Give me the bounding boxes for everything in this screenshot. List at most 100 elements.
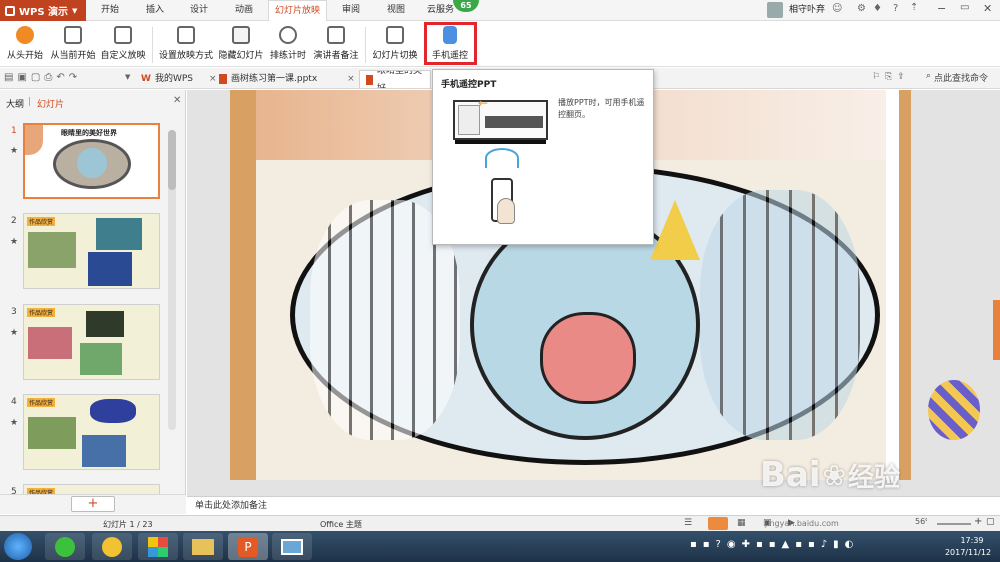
artwork-thumbnail (80, 343, 122, 375)
doc-tab-my-wps[interactable]: W 我的WPS × (135, 70, 223, 88)
artwork-thumbnail (90, 399, 136, 423)
play-from-start-button[interactable]: 从头开始 (4, 24, 46, 64)
command-search[interactable]: ⌕ 点此查找命令 (926, 71, 988, 84)
maximize-icon[interactable]: ▭ (960, 2, 969, 13)
slide-left-frame (230, 90, 256, 480)
artwork-thumbnail (86, 311, 124, 337)
slide-thumbnail-2[interactable]: 作品欣赏 (23, 213, 160, 289)
taskbar-app-photos[interactable] (272, 533, 312, 560)
slide-thumbnail-3[interactable]: 作品欣赏 (23, 304, 160, 380)
tab-design[interactable]: 设计 (184, 0, 214, 21)
user-name[interactable]: 相守卟弃 (789, 0, 825, 21)
timer-icon (279, 26, 297, 44)
artwork-thumbnail (28, 417, 76, 449)
show-settings-button[interactable]: 设置放映方式 (158, 24, 214, 64)
hide-slide-label: 隐藏幻灯片 (218, 51, 264, 61)
scrollbar-thumb[interactable] (168, 130, 176, 190)
slide-tag: 作品欣赏 (27, 398, 56, 407)
add-slide-button[interactable]: + (71, 496, 115, 512)
tooltip-title: 手机遥控PPT (441, 80, 497, 90)
transition-icon (386, 26, 404, 44)
close-icon[interactable]: ✕ (983, 2, 992, 15)
system-tray-icons[interactable]: ▪▪?◉✚▪▪▲▪▪♪▮◐ (690, 539, 859, 550)
custom-show-button[interactable]: 自定义放映 (100, 24, 146, 64)
rehearse-timings-label: 排练计时 (269, 51, 306, 61)
screen-play-icon (64, 26, 82, 44)
play-from-current-label: 从当前开始 (50, 51, 96, 61)
taskbar-app-security[interactable] (92, 533, 132, 560)
watermark-brand-2: 经验 (847, 462, 900, 493)
taskbar-app-wps[interactable]: P (228, 533, 268, 560)
notes-view-icon[interactable]: ☰ (684, 518, 692, 528)
tab-animation[interactable]: 动画 (229, 0, 259, 21)
notes-pane[interactable]: 单击此处添加备注 (187, 496, 1000, 515)
star-icon: ★ (10, 146, 19, 156)
tab-slideshow[interactable]: 幻灯片放映 (268, 0, 328, 22)
windows-logo-icon (148, 536, 168, 557)
slide-number: 1 (11, 126, 17, 136)
doc-tab-tree-lesson[interactable]: 画树练习第一课.pptx × (213, 70, 361, 88)
close-icon[interactable]: × (347, 70, 355, 88)
slide-title: 眼睛里的美好世界 (61, 129, 117, 137)
taskbar-app-store[interactable] (138, 533, 178, 560)
arrow-left-icon: ← (478, 96, 489, 110)
play-from-current-button[interactable]: 从当前开始 (48, 24, 98, 64)
custom-show-icon (114, 26, 132, 44)
tab-slides[interactable]: 幻灯片 (37, 97, 64, 110)
slide-number: 2 (11, 216, 17, 226)
slide-transition-button[interactable]: 幻灯片切换 (371, 24, 419, 64)
monitor-base (455, 140, 546, 144)
highlight-box (424, 22, 477, 65)
emoji-icon[interactable]: ☺ (832, 3, 842, 14)
rehearse-timings-button[interactable]: 排练计时 (268, 24, 308, 64)
chevron-down-icon[interactable]: ▼ (125, 73, 130, 81)
artwork-thumbnail (88, 252, 132, 286)
slide-thumbnail-1[interactable]: 眼睛里的美好世界 (23, 123, 160, 199)
artwork-pattern-right (700, 190, 860, 440)
close-icon[interactable]: ✕ (173, 95, 181, 106)
presenter-icon (327, 26, 345, 44)
tab-view[interactable]: 视图 (381, 0, 411, 21)
settings-icon[interactable]: ⚙ (857, 3, 866, 14)
presenter-notes-button[interactable]: 演讲者备注 (311, 24, 361, 64)
folder-icon (192, 538, 214, 555)
tab-review[interactable]: 审阅 (336, 0, 366, 21)
bee-decoration (928, 380, 980, 440)
zoom-slider[interactable] (937, 523, 971, 525)
sorter-view-icon[interactable]: ▦ (737, 518, 746, 528)
app-menu-label: WPS 演示 (19, 7, 69, 18)
show-settings-label: 设置放映方式 (158, 51, 213, 61)
hide-slide-button[interactable]: 隐藏幻灯片 (217, 24, 265, 64)
upload-icon[interactable]: ⇡ (910, 2, 918, 13)
avatar[interactable] (767, 2, 783, 18)
help-icon[interactable]: ? (893, 3, 898, 14)
play-from-start-label: 从头开始 (6, 51, 43, 61)
tab-outline[interactable]: 大纲 (6, 97, 24, 110)
picture-icon (281, 538, 303, 555)
taskbar-app-explorer[interactable] (183, 533, 223, 560)
shirt-icon[interactable]: ♦ (873, 3, 882, 14)
right-edge-handle[interactable] (993, 300, 1000, 360)
clock-date[interactable]: 2017/11/12 (940, 548, 996, 557)
slide-thumbnail-4[interactable]: 作品欣赏 (23, 394, 160, 470)
menu-bar: WPS 演示 ▼ 开始 插入 设计 动画 幻灯片放映 审阅 视图 云服务 65 … (0, 0, 1000, 22)
play-icon (16, 26, 34, 44)
clock-time[interactable]: 17:39 (952, 536, 992, 545)
start-button[interactable] (4, 533, 32, 560)
share-icons[interactable]: ⚐⎘⇪ (872, 72, 910, 82)
tab-home[interactable]: 开始 (95, 0, 125, 21)
sidebar-scrollbar[interactable] (168, 130, 176, 430)
doc-tab-eye-beauty[interactable]: 眼睛里的美好 (359, 70, 431, 88)
fit-window-icon[interactable]: ▢ (986, 517, 995, 527)
normal-view-icon[interactable] (708, 517, 728, 530)
status-bar: 幻灯片 1 / 23 Office 主题 ☰ ▦ ▣ ▶ jingyan.bai… (0, 515, 1000, 531)
zoom-in-icon[interactable]: + (974, 516, 982, 527)
minimize-icon[interactable]: − (937, 2, 946, 15)
tab-insert[interactable]: 插入 (140, 0, 170, 21)
ppt-file-icon (366, 74, 373, 85)
quick-access-icons[interactable]: ▤▣▢⎙↶↷ (4, 72, 81, 83)
taskbar-app-browser[interactable] (45, 533, 85, 560)
wps-app-menu[interactable]: WPS 演示 ▼ (0, 0, 86, 21)
slide-number: 4 (11, 397, 17, 407)
zoom-value[interactable]: 56% (915, 517, 927, 526)
